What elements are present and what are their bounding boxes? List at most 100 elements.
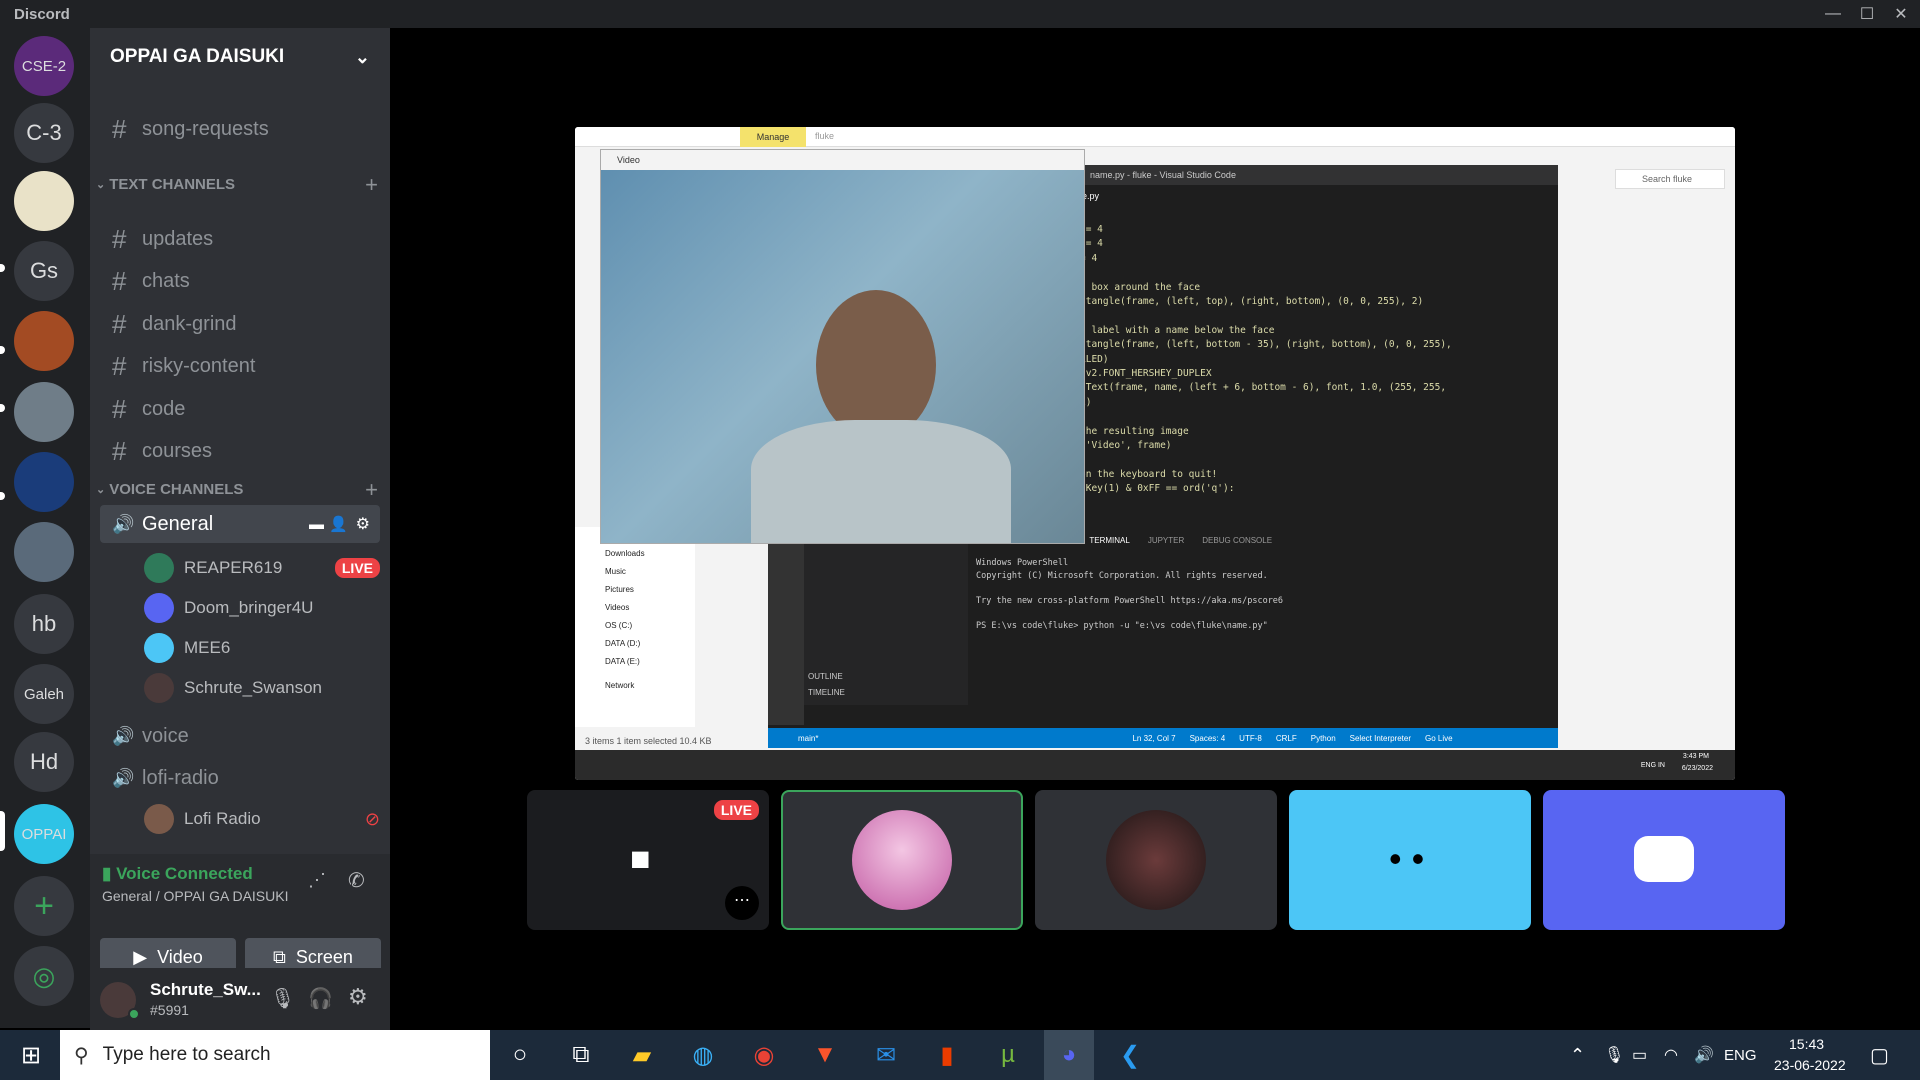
server-icon[interactable]: Gs (14, 241, 74, 301)
stream-tile[interactable]: LIVE ■ ⋯ (527, 790, 769, 930)
server-icon[interactable] (14, 522, 74, 582)
channel-label: General (142, 512, 214, 535)
channel-song-requests[interactable]: # song-requests (100, 110, 380, 148)
voice-user[interactable]: REAPER619 LIVE (144, 550, 380, 586)
panel-tab[interactable]: JUPYTER (1148, 532, 1184, 550)
channel-code[interactable]: # code (100, 390, 380, 428)
voice-location[interactable]: General / OPPAI GA DAISUKI (102, 888, 288, 904)
explorer-status: 3 items 1 item selected 10.4 KB (585, 736, 712, 746)
voice-user[interactable]: Schrute_Swanson (144, 670, 380, 706)
code-line: on the keyboard to quit! (1080, 468, 1218, 480)
server-icon[interactable]: OPPAI (14, 804, 74, 864)
discord-taskbar-icon[interactable]: ◕ (1044, 1030, 1094, 1080)
eol: CRLF (1275, 733, 1297, 743)
clock-date[interactable]: 23-06-2022 (1774, 1057, 1846, 1073)
channel-label: voice (142, 724, 189, 747)
screenshare-stream[interactable]: Manage fluke Search fluke DocumentsDownl… (575, 127, 1735, 780)
indent: Spaces: 4 (1189, 733, 1226, 743)
server-icon[interactable]: Galeh (14, 664, 74, 724)
voice-channel-lofi-radio[interactable]: 🔊 lofi-radio (100, 759, 380, 797)
add-channel-icon[interactable]: + (365, 172, 378, 198)
vscode-icon[interactable]: ❮ (1105, 1030, 1155, 1080)
windows-start-icon[interactable]: ⊞ (6, 1030, 56, 1080)
add-channel-icon[interactable]: + (365, 477, 378, 503)
participant-tile-speaking[interactable] (781, 790, 1023, 930)
channel-dank-grind[interactable]: # dank-grind (100, 305, 380, 343)
participant-tile[interactable] (1035, 790, 1277, 930)
participant-tile-discord[interactable] (1543, 790, 1785, 930)
battery-icon[interactable]: ▭ (1632, 1045, 1647, 1065)
channel-courses[interactable]: # courses (100, 432, 380, 470)
explorer-sidebar: DocumentsDownloadsMusicPicturesVideosOS … (575, 527, 695, 727)
server-icon[interactable] (14, 171, 74, 231)
voice-channel-voice[interactable]: 🔊 voice (100, 717, 380, 755)
cortana-icon[interactable]: ○ (495, 1030, 545, 1080)
mail-icon[interactable]: ✉ (861, 1030, 911, 1080)
username: Schrute_Sw... (150, 980, 261, 999)
more-options-icon[interactable]: ⋯ (725, 886, 759, 920)
disconnect-icon[interactable]: ✆ (348, 868, 365, 893)
clock-time[interactable]: 15:43 (1789, 1036, 1824, 1052)
avatar (144, 553, 174, 583)
server-icon[interactable] (14, 311, 74, 371)
explorer-titlebar: Manage fluke (575, 127, 1735, 147)
channel-chats[interactable]: # chats (100, 262, 380, 300)
task-view-icon[interactable]: ⧉ (556, 1030, 606, 1080)
brave-icon[interactable]: ▼ (800, 1030, 850, 1080)
server-icon[interactable] (14, 382, 74, 442)
chat-icon[interactable]: ▬ (309, 516, 324, 533)
code-line: ctangle(frame, (left, top), (right, bott… (1080, 296, 1424, 308)
language-indicator[interactable]: ENG (1724, 1047, 1757, 1064)
utorrent-icon[interactable]: µ (983, 1030, 1033, 1080)
notification-icon[interactable]: ▢ (1870, 1043, 1889, 1068)
voice-user[interactable]: Lofi Radio ⊘ (144, 801, 380, 837)
avatar (144, 593, 174, 623)
channel-updates[interactable]: # updates (100, 220, 380, 258)
voice-connected-label[interactable]: ▮ Voice Connected (102, 864, 253, 884)
hash-icon: # (112, 435, 127, 466)
volume-icon[interactable]: 🔊 (1694, 1045, 1714, 1065)
terminal-line: PS E:\vs code\fluke> python -u "e:\vs co… (976, 620, 1268, 631)
taskbar-search[interactable]: ⚲ Type here to search (60, 1030, 490, 1080)
panel-tab[interactable]: TERMINAL (1089, 532, 1129, 550)
noise-suppression-icon[interactable]: ⋰ (308, 870, 326, 891)
chrome-icon[interactable]: ◉ (739, 1030, 789, 1080)
server-icon[interactable]: C-3 (14, 103, 74, 163)
wifi-icon[interactable]: ◠ (1664, 1045, 1678, 1065)
server-icon[interactable]: hb (14, 594, 74, 654)
explorer-item: DATA (E:) (605, 657, 640, 666)
channel-risky-content[interactable]: # risky-content (100, 347, 380, 385)
server-icon[interactable] (14, 452, 74, 512)
code-line: = 4 (1080, 252, 1098, 264)
explore-compass-icon[interactable]: ◎ (14, 946, 74, 1006)
office-icon[interactable]: ▮ (922, 1030, 972, 1080)
chevron-icon: ⌄ (96, 179, 106, 191)
gear-icon[interactable]: ⚙ (356, 514, 370, 534)
voice-user[interactable]: MEE6 (144, 630, 380, 666)
participant-tile-mee6[interactable]: • • (1289, 790, 1531, 930)
server-header[interactable]: OPPAI GA DAISUKI ⌄ (90, 28, 390, 86)
video-window-title: Video (617, 155, 640, 165)
server-icon[interactable]: CSE-2 (14, 36, 74, 96)
voice-user[interactable]: Doom_bringer4U (144, 590, 380, 626)
close-icon[interactable]: ✕ (1884, 0, 1918, 28)
minimize-icon[interactable]: — (1816, 0, 1850, 28)
add-server-icon[interactable]: + (14, 876, 74, 936)
headphones-icon[interactable]: 🎧 (308, 986, 333, 1011)
chevron-down-icon[interactable]: ⌄ (355, 47, 370, 68)
panel-tab[interactable]: DEBUG CONSOLE (1202, 532, 1272, 550)
maximize-icon[interactable]: ☐ (1850, 0, 1884, 28)
microphone-icon[interactable]: 🎙 (270, 986, 295, 1011)
invite-icon[interactable]: 👤 (329, 515, 348, 533)
gear-icon[interactable]: ⚙ (348, 984, 368, 1010)
tray-chevron-icon[interactable]: ⌃ (1570, 1045, 1585, 1066)
code-line: the resulting image (1080, 425, 1189, 437)
microphone-icon[interactable]: 🎙 (1604, 1045, 1624, 1065)
server-icon[interactable]: Hd (14, 732, 74, 792)
category-text-channels[interactable]: ⌄ TEXT CHANNELS + (96, 172, 386, 197)
category-voice-channels[interactable]: ⌄ VOICE CHANNELS + (96, 477, 386, 502)
file-explorer-icon[interactable]: ▰ (617, 1030, 667, 1080)
voice-channel-general[interactable]: 🔊 General ▬ 👤 ⚙ (100, 505, 380, 543)
edge-icon[interactable]: ◍ (678, 1030, 728, 1080)
